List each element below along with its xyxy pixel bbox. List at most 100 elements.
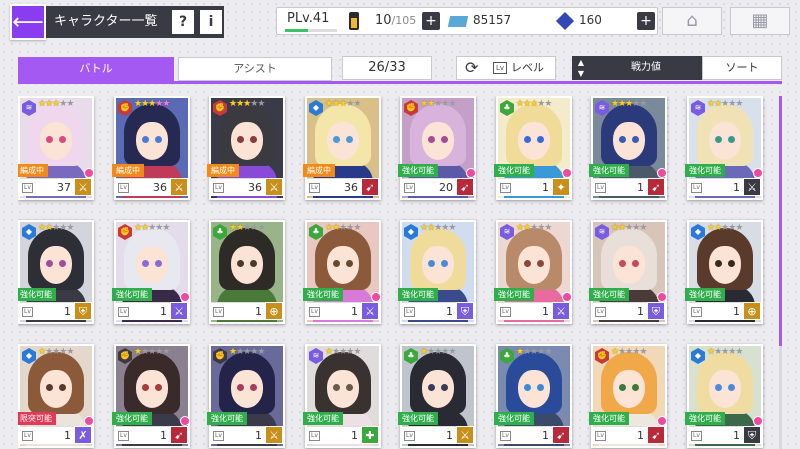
- tab-assist[interactable]: アシスト: [178, 57, 332, 81]
- sort-button[interactable]: ソート: [702, 56, 782, 80]
- level-filter-button[interactable]: ⟳ Lv レベル: [456, 56, 556, 80]
- link-icon: [180, 292, 190, 302]
- level-display: Lv 1: [116, 426, 170, 444]
- star-icon: ★: [257, 99, 265, 109]
- character-card[interactable]: ◆ ★★★★★ 強化可能 Lv 1 ⛨: [398, 220, 476, 324]
- rarity-stars: ★★★★★: [516, 223, 552, 233]
- back-button[interactable]: ⟵: [10, 4, 46, 40]
- sword-role-icon: ⚔: [361, 302, 379, 320]
- character-card[interactable]: ≋ ★★★★★ 強化可能 Lv 1 ⚔: [685, 96, 763, 200]
- character-level: 1: [733, 305, 740, 318]
- character-level: 1: [255, 305, 262, 318]
- sword-role-icon: ⚔: [265, 178, 283, 196]
- character-card[interactable]: ✊ ★★★★★ 強化可能 Lv 1 ⚔: [207, 344, 285, 448]
- level-icon: Lv: [118, 183, 129, 193]
- character-card[interactable]: ≋ ★★★★★ 強化可能 Lv 1 ⚔: [494, 220, 572, 324]
- snipe-role-icon: ✗: [74, 426, 92, 444]
- help-button[interactable]: ?: [172, 10, 194, 34]
- rarity-stars: ★★★★★: [38, 99, 74, 109]
- star-icon: ★: [448, 99, 456, 109]
- character-card[interactable]: ✊ ★★★★★ 編成中 Lv 36 ⚔: [112, 96, 190, 200]
- character-card[interactable]: ≋ ★★★★★ 強化可能 Lv 1 ➹: [589, 96, 667, 200]
- character-card[interactable]: ≋ ★★★★★ 編成中 Lv 37 ⚔: [18, 96, 94, 200]
- rarity-stars: ★★★★★: [134, 99, 170, 109]
- character-card[interactable]: ✊ ★★★★★ 強化可能 Lv 1 ➹: [589, 344, 667, 448]
- star-icon: ★: [639, 223, 647, 233]
- toolbar: バトル アシスト 26/33 ⟳ Lv レベル ▲ ▼ 戦力値 ソート: [0, 54, 800, 84]
- gem-value: 160: [579, 13, 602, 27]
- star-icon: ★: [66, 99, 74, 109]
- character-level: 1: [637, 305, 644, 318]
- character-card[interactable]: ≋ ★★★★★ 強化可能 Lv 1 ⛨: [589, 220, 667, 324]
- level-icon: Lv: [500, 307, 511, 317]
- level-icon: Lv: [595, 183, 606, 193]
- level-display: Lv 1: [498, 426, 552, 444]
- level-display: Lv 1: [20, 426, 74, 444]
- level-icon: Lv: [118, 307, 129, 317]
- status-badge: 強化可能: [494, 164, 534, 177]
- character-card[interactable]: ◆ ★★★★★ 強化可能 Lv 1 ⊕: [685, 220, 763, 324]
- rarity-stars: ★★★★★: [611, 347, 647, 357]
- home-button[interactable]: ⌂: [662, 7, 722, 35]
- stamina-plus-button[interactable]: +: [422, 12, 440, 30]
- status-badge: 強化可能: [18, 288, 56, 301]
- rarity-stars: ★★★★★: [229, 347, 265, 357]
- star-icon: ★: [257, 347, 265, 357]
- grid-scrollbar[interactable]: [779, 96, 782, 449]
- tab-battle[interactable]: バトル: [18, 57, 174, 81]
- shoot-role-icon: ➹: [170, 426, 188, 444]
- level-display: Lv 1: [402, 426, 456, 444]
- character-card[interactable]: ♣ ★★★★★ 強化可能 Lv 1 ⚔: [398, 344, 476, 448]
- character-level: 36: [248, 181, 262, 194]
- character-card[interactable]: ♣ ★★★★★ Lv 1 ⊕: [209, 220, 285, 324]
- character-card[interactable]: ✊ ★★★★★ 強化可能 Lv 20 ➹: [398, 96, 476, 200]
- link-icon: [753, 416, 763, 426]
- level-display: Lv 20: [402, 178, 456, 196]
- character-card[interactable]: ♣ ★★★★★ 強化可能 Lv 1 ⚔: [303, 220, 381, 324]
- level-icon: Lv: [213, 431, 224, 441]
- grid-menu-icon: ▦: [751, 10, 769, 31]
- star-icon: ★: [544, 347, 552, 357]
- character-level: 1: [542, 305, 549, 318]
- sort-field[interactable]: 戦力値: [590, 56, 702, 80]
- star-icon: ★: [66, 223, 74, 233]
- character-card[interactable]: ◆ ★★★★★ 強化可能 Lv 1 ⛨: [18, 220, 94, 324]
- stamina-value: 10/105: [375, 13, 416, 28]
- character-card[interactable]: ≋ ★★★★★ 強化可能 Lv 1 ✚: [303, 344, 381, 448]
- character-card[interactable]: ◆ ★★★★★ 強化可能 Lv 1 ⛨: [685, 344, 763, 448]
- scroll-thumb[interactable]: [779, 96, 782, 346]
- defend-role-icon: ⛨: [74, 302, 92, 320]
- character-card[interactable]: ♣ ★★★★★ 強化可能 Lv 1 ✦: [494, 96, 572, 200]
- info-button[interactable]: i: [200, 10, 222, 34]
- star-icon: ★: [162, 223, 170, 233]
- level-display: Lv 1: [593, 426, 647, 444]
- link-icon: [180, 416, 190, 426]
- level-icon: Lv: [500, 183, 511, 193]
- star-icon: ★: [448, 223, 456, 233]
- tab-underline: [18, 81, 782, 84]
- level-display: Lv 1: [498, 178, 552, 196]
- character-level: 1: [351, 305, 358, 318]
- rarity-stars: ★★★★★: [707, 223, 743, 233]
- sort-order-toggle[interactable]: ▲ ▼: [572, 56, 590, 80]
- sword-role-icon: ⚔: [552, 302, 570, 320]
- menu-button[interactable]: ▦: [730, 7, 790, 35]
- level-icon: Lv: [22, 307, 33, 317]
- status-badge: 強化可能: [398, 164, 438, 177]
- sword-role-icon: ⚔: [170, 178, 188, 196]
- home-icon: ⌂: [686, 10, 698, 31]
- character-card[interactable]: ♣ ★★★★★ 強化可能 Lv 1 ➹: [494, 344, 572, 448]
- character-card[interactable]: ✊ ★★★★★ 強化可能 Lv 1 ➹: [112, 344, 190, 448]
- character-card[interactable]: ✊ ★★★★★ 強化可能 Lv 1 ⚔: [112, 220, 190, 324]
- character-card[interactable]: ◆ ★★★★★ 編成中 Lv 36 ➹: [303, 96, 381, 200]
- level-display: Lv 1: [20, 302, 74, 320]
- gem-plus-button[interactable]: +: [637, 12, 655, 30]
- star-icon: ★: [162, 347, 170, 357]
- character-card[interactable]: ◆ ★★★★★ 限突可能 Lv 1 ✗: [18, 344, 94, 448]
- character-card[interactable]: ✊ ★★★★★ 編成中 Lv 36 ⚔: [207, 96, 285, 200]
- shoot-role-icon: ➹: [647, 426, 665, 444]
- shoot-role-icon: ➹: [456, 178, 474, 196]
- arrow-left-icon: ⟵: [12, 10, 44, 35]
- status-badge: 強化可能: [398, 288, 438, 301]
- level-display: Lv 1: [593, 178, 647, 196]
